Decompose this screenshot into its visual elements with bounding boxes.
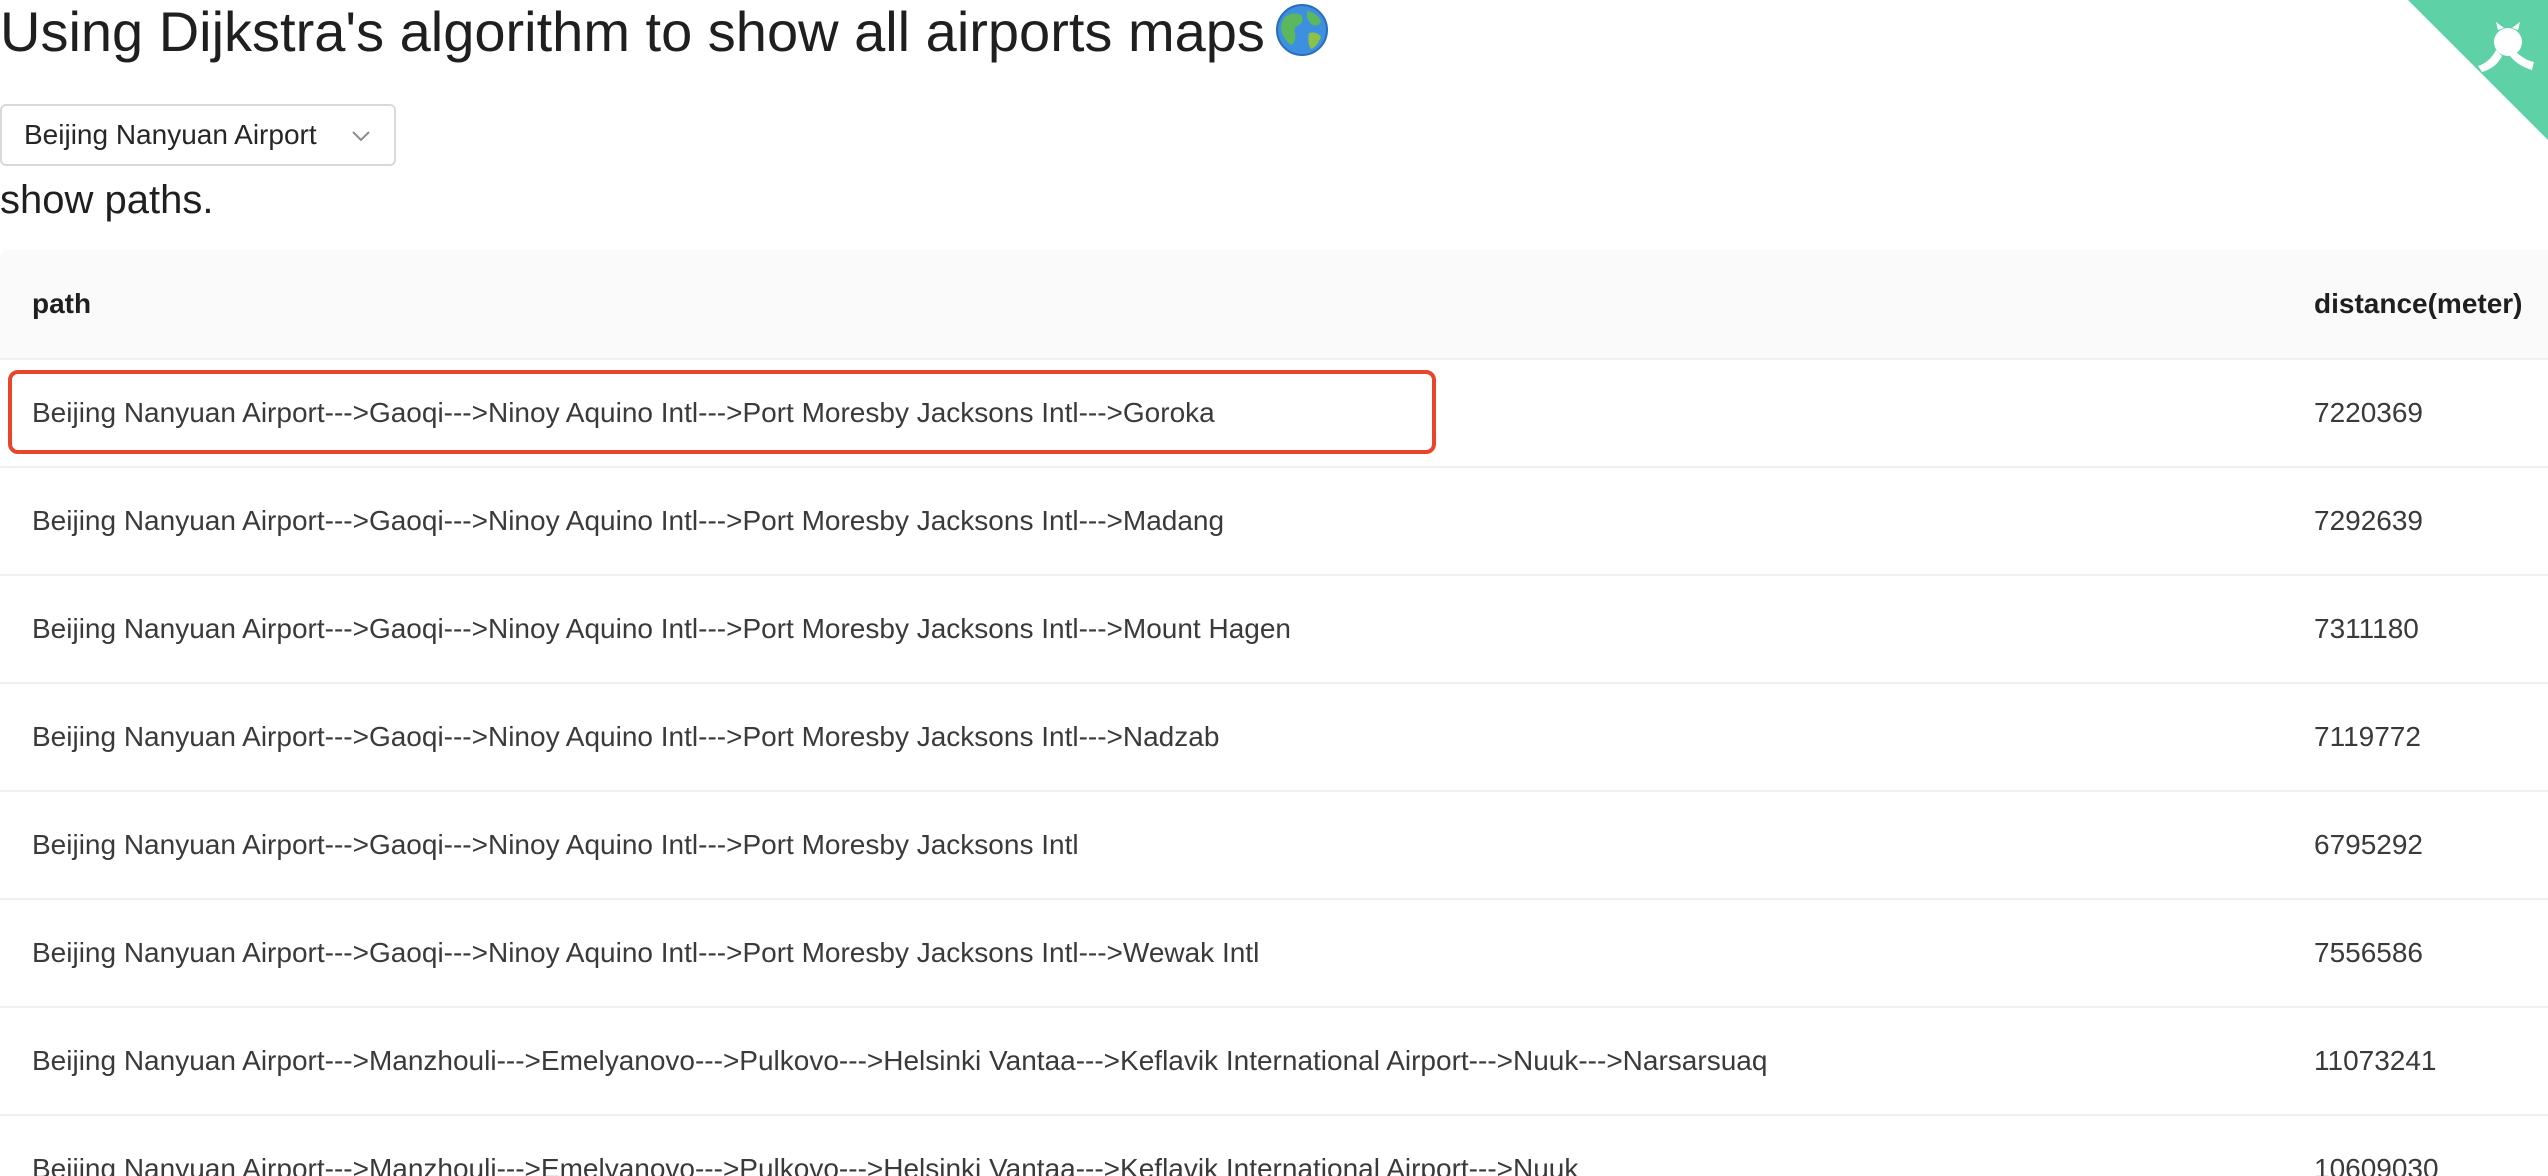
chevron-down-icon: [352, 131, 370, 142]
column-header-path[interactable]: path: [32, 288, 91, 320]
globe-icon: [1275, 3, 1329, 70]
distance-cell: 6795292: [2314, 829, 2424, 860]
section-subtitle: show paths.: [0, 178, 214, 222]
distance-cell: 7311180: [2314, 613, 2419, 644]
github-octocat-icon: [2408, 0, 2548, 140]
table-row[interactable]: Beijing Nanyuan Airport--->Gaoqi--->Nino…: [0, 900, 2548, 1008]
distance-cell: 7119772: [2314, 721, 2421, 752]
paths-table: path distance(meter) Beijing Nanyuan Air…: [0, 250, 2548, 1176]
table-row[interactable]: Beijing Nanyuan Airport--->Gaoqi--->Nino…: [0, 360, 2548, 468]
table-row[interactable]: Beijing Nanyuan Airport--->Gaoqi--->Nino…: [0, 684, 2548, 792]
path-cell: Beijing Nanyuan Airport--->Gaoqi--->Nino…: [32, 829, 1079, 860]
table-row[interactable]: Beijing Nanyuan Airport--->Gaoqi--->Nino…: [0, 576, 2548, 684]
path-cell: Beijing Nanyuan Airport--->Gaoqi--->Nino…: [32, 397, 1215, 428]
path-cell: Beijing Nanyuan Airport--->Gaoqi--->Nino…: [32, 613, 1292, 644]
page-title-text: Using Dijkstra's algorithm to show all a…: [0, 0, 1265, 63]
path-cell: Beijing Nanyuan Airport--->Gaoqi--->Nino…: [32, 505, 1225, 536]
table-row[interactable]: Beijing Nanyuan Airport--->Manzhouli--->…: [0, 1008, 2548, 1116]
distance-cell: 7220369: [2314, 397, 2424, 428]
airport-select-value: Beijing Nanyuan Airport: [24, 119, 317, 150]
distance-cell: 11073241: [2314, 1045, 2437, 1076]
path-cell: Beijing Nanyuan Airport--->Gaoqi--->Nino…: [32, 721, 1220, 752]
table-row[interactable]: Beijing Nanyuan Airport--->Manzhouli--->…: [0, 1116, 2548, 1176]
path-cell: Beijing Nanyuan Airport--->Gaoqi--->Nino…: [32, 937, 1260, 968]
airport-select[interactable]: Beijing Nanyuan Airport: [0, 104, 396, 166]
distance-cell: 10609030: [2314, 1153, 2439, 1176]
table-header: path distance(meter): [0, 250, 2548, 360]
column-header-distance[interactable]: distance(meter): [2314, 288, 2523, 320]
page-title: Using Dijkstra's algorithm to show all a…: [0, 0, 1329, 70]
table-row[interactable]: Beijing Nanyuan Airport--->Gaoqi--->Nino…: [0, 792, 2548, 900]
path-cell: Beijing Nanyuan Airport--->Manzhouli--->…: [32, 1153, 1579, 1176]
github-corner-link[interactable]: [2408, 0, 2548, 140]
path-cell: Beijing Nanyuan Airport--->Manzhouli--->…: [32, 1045, 1768, 1076]
page: Using Dijkstra's algorithm to show all a…: [0, 0, 2548, 1176]
distance-cell: 7556586: [2314, 937, 2424, 968]
distance-cell: 7292639: [2314, 505, 2424, 536]
table-row[interactable]: Beijing Nanyuan Airport--->Gaoqi--->Nino…: [0, 468, 2548, 576]
